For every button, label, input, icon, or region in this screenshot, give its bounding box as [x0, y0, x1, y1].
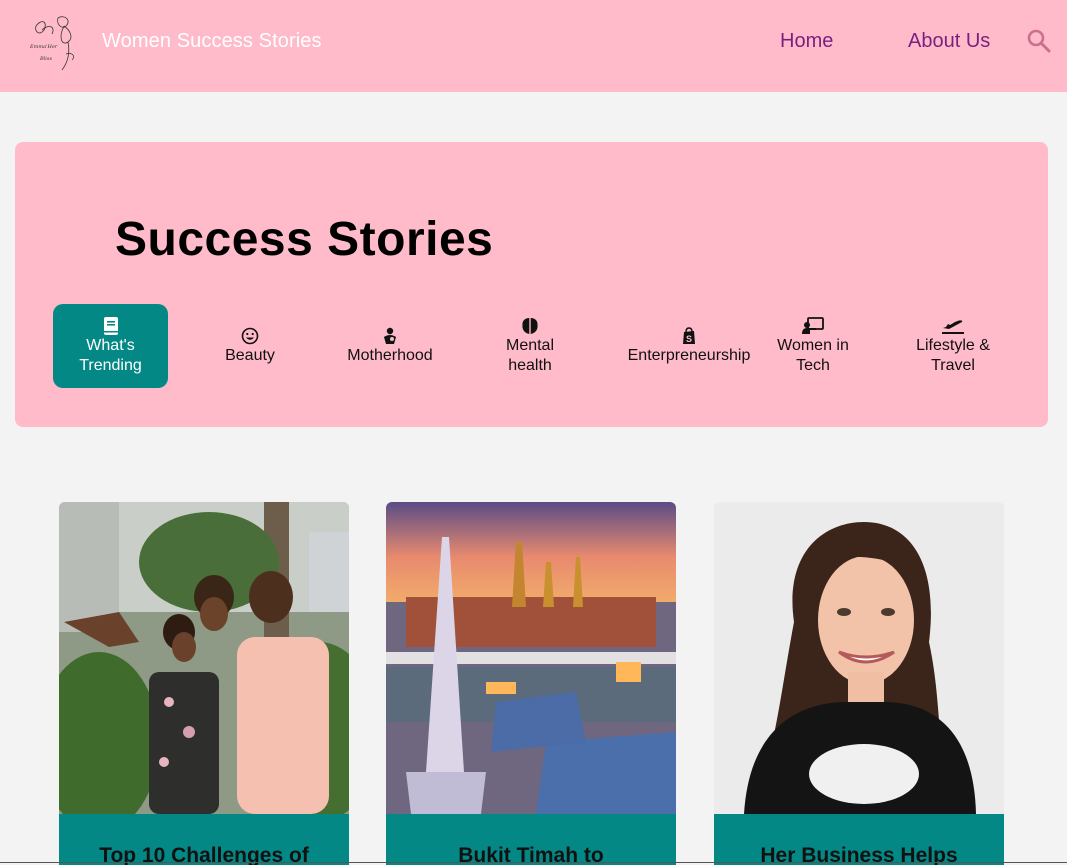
- family-photo: [59, 502, 349, 814]
- category-motherhood[interactable]: Motherhood: [330, 304, 450, 388]
- svg-text:Bliss: Bliss: [39, 56, 52, 62]
- nav-home-link[interactable]: Home: [780, 30, 833, 53]
- story-card[interactable]: Her Business Helps: [714, 502, 1004, 865]
- shopify-icon: S: [683, 326, 695, 344]
- category-lifestyle-travel[interactable]: Lifestyle & Travel: [903, 304, 1003, 388]
- svg-text:Emma'Her: Emma'Her: [29, 44, 58, 50]
- baby-icon: [384, 327, 396, 344]
- temple-cityscape-photo: [386, 502, 676, 814]
- search-icon[interactable]: [1026, 28, 1052, 54]
- category-label: Enterpreneurship: [627, 346, 751, 364]
- svg-text:S: S: [686, 334, 692, 344]
- site-brand[interactable]: Women Success Stories: [102, 30, 322, 53]
- viewport-edge-divider: [0, 862, 1067, 863]
- card-title: Top 10 Challenges of: [59, 814, 349, 865]
- card-title: Bukit Timah to: [386, 814, 676, 865]
- site-header: Emma'Her Bliss Women Success Stories Hom…: [0, 0, 1067, 92]
- category-beauty[interactable]: Beauty: [190, 304, 310, 388]
- story-card[interactable]: Bukit Timah to: [386, 502, 676, 865]
- category-label: Motherhood: [347, 346, 433, 364]
- category-label: Beauty: [225, 346, 275, 364]
- card-title: Her Business Helps: [714, 814, 1004, 865]
- category-label: Lifestyle & Travel: [916, 336, 990, 374]
- story-card[interactable]: Top 10 Challenges of: [59, 502, 349, 865]
- smiling-woman-photo: [714, 502, 1004, 814]
- category-women-in-tech[interactable]: Women in Tech: [768, 304, 858, 388]
- category-enterpreneurship[interactable]: S Enterpreneurship: [615, 304, 763, 388]
- hero-panel: Success Stories What's Trending Beauty M…: [15, 142, 1048, 427]
- plane-departure-icon: [942, 319, 964, 334]
- category-label: What's Trending: [79, 336, 142, 374]
- category-whats-trending[interactable]: What's Trending: [53, 304, 168, 388]
- category-label: Mental health: [505, 336, 555, 374]
- category-mental-health[interactable]: Mental health: [470, 304, 590, 388]
- book-icon: [103, 316, 118, 335]
- category-label: Women in Tech: [777, 336, 849, 374]
- brain-icon: [522, 317, 538, 334]
- smiley-icon: [241, 327, 259, 344]
- flower-logo-icon[interactable]: Emma'Her Bliss: [28, 12, 84, 72]
- teacher-screen-icon: [802, 316, 824, 334]
- page-title: Success Stories: [115, 213, 494, 266]
- nav-about-link[interactable]: About Us: [908, 30, 990, 53]
